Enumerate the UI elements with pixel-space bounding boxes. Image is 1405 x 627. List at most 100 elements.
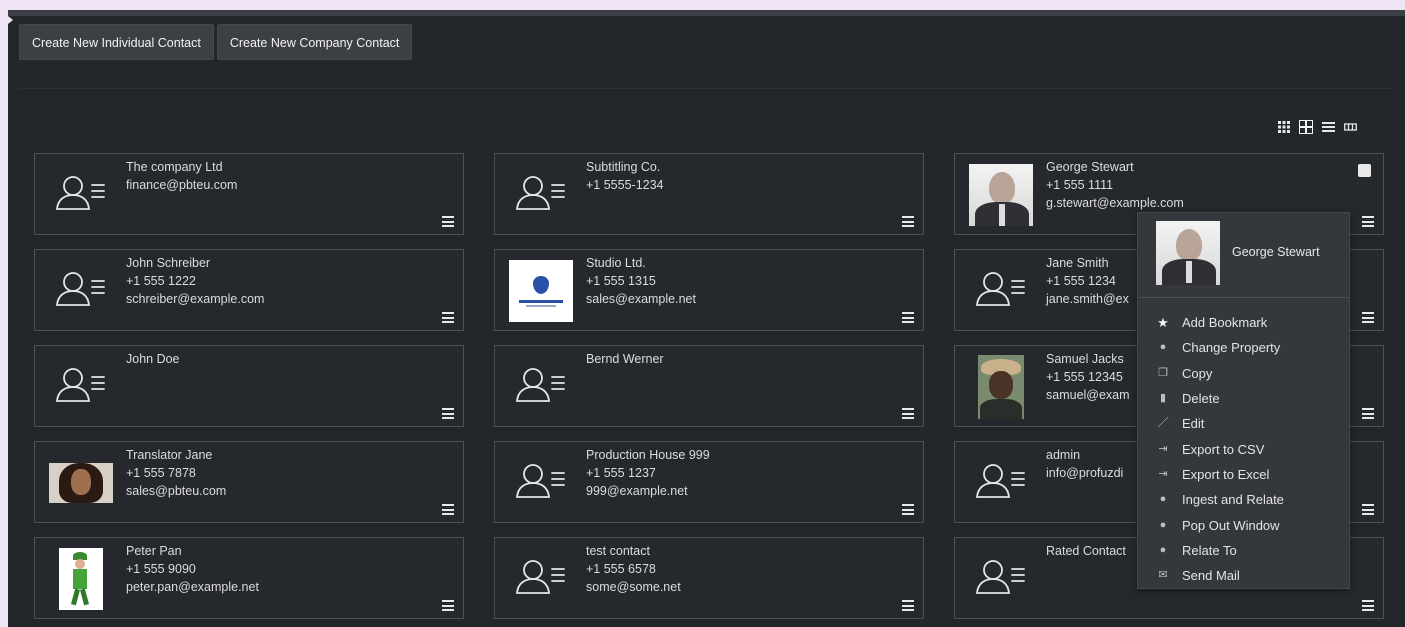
contact-avatar [49, 356, 113, 418]
person-placeholder-icon [515, 173, 567, 218]
card-menu-icon[interactable] [442, 504, 454, 515]
contact-avatar [49, 164, 113, 226]
context-menu-item[interactable]: ❐ Copy [1138, 361, 1349, 386]
toolbar: Create New Individual Contact Create New… [19, 24, 413, 60]
card-menu-icon[interactable] [902, 600, 914, 611]
context-menu-title: George Stewart [1232, 245, 1320, 259]
context-menu-item[interactable]: ⇥ Export to Excel [1138, 462, 1349, 487]
context-menu-item-label: Ingest and Relate [1182, 492, 1284, 508]
contact-line: some@some.net [586, 580, 681, 594]
select-checkbox[interactable] [1358, 164, 1371, 177]
context-menu-item[interactable]: ● Pop Out Window [1138, 512, 1349, 537]
card-menu-icon[interactable] [1362, 408, 1374, 419]
context-menu-item[interactable]: ⇥ Export to CSV [1138, 436, 1349, 461]
context-menu-item[interactable]: ▮ Delete [1138, 386, 1349, 411]
contact-line: schreiber@example.com [126, 292, 265, 306]
contact-line: sales@example.net [586, 292, 696, 306]
contact-line: test contact [586, 544, 650, 558]
contact-avatar [509, 548, 573, 610]
contact-line: jane.smith@ex [1046, 292, 1129, 306]
person-placeholder-icon [515, 557, 567, 602]
contact-card[interactable]: The company Ltd finance@pbteu.com [34, 153, 464, 235]
star-icon: ★ [1157, 315, 1169, 331]
context-menu-item[interactable]: ● Relate To [1138, 538, 1349, 563]
large-grid-view-icon[interactable] [1299, 120, 1313, 134]
card-menu-icon[interactable] [902, 504, 914, 515]
contact-card[interactable]: Production House 999 +1 555 1237 999@examp… [494, 441, 924, 523]
contact-line: finance@pbteu.com [126, 178, 238, 192]
contact-card[interactable]: Studio Ltd. +1 555 1315 sales@example.net [494, 249, 924, 331]
person-placeholder-icon [975, 461, 1027, 506]
card-menu-icon[interactable] [1362, 600, 1374, 611]
contact-avatar [509, 260, 573, 322]
contact-line: +1 555 1222 [126, 274, 196, 288]
card-menu-icon[interactable] [442, 312, 454, 323]
context-menu-item-label: Pop Out Window [1182, 517, 1280, 533]
context-menu-item-label: Send Mail [1182, 568, 1240, 584]
contact-card[interactable]: Subtitling Co. +1 5555-1234 [494, 153, 924, 235]
contact-info: Samuel Jacks +1 555 12345 samuel@exam [1046, 350, 1130, 404]
person-placeholder-icon [515, 461, 567, 506]
contact-avatar [49, 260, 113, 322]
copy-icon: ❐ [1158, 366, 1168, 379]
context-menu-items: ★ Add Bookmark ● Change Property ❐ Copy ▮ Delet… [1138, 298, 1349, 588]
contact-line: Bernd Werner [586, 352, 664, 366]
expand-arrow-icon[interactable] [8, 16, 13, 24]
contact-avatar [509, 452, 573, 514]
contact-line: +1 555 7878 [126, 466, 196, 480]
contact-line: +1 5555-1234 [586, 178, 664, 192]
person-placeholder-icon [975, 557, 1027, 602]
context-menu-item[interactable]: ★ Add Bookmark [1138, 310, 1349, 335]
contact-line: Translator Jane [126, 448, 213, 462]
create-individual-contact-button[interactable]: Create New Individual Contact [19, 24, 214, 60]
create-company-contact-button[interactable]: Create New Company Contact [216, 24, 413, 60]
contact-line: peter.pan@example.net [126, 580, 259, 594]
person-placeholder-icon [55, 173, 107, 218]
card-menu-icon[interactable] [1362, 216, 1374, 227]
top-border [8, 10, 1405, 16]
context-menu-item-label: Add Bookmark [1182, 315, 1268, 331]
contact-info: John Doe [126, 350, 180, 368]
contact-card[interactable]: Bernd Werner [494, 345, 924, 427]
contact-line: +1 555 1111 [1046, 178, 1114, 192]
card-menu-icon[interactable] [902, 216, 914, 227]
list-view-icon[interactable] [1321, 120, 1335, 134]
card-menu-icon[interactable] [902, 312, 914, 323]
context-menu-header: George Stewart [1138, 213, 1349, 298]
company-logo [509, 260, 573, 322]
property-icon: ● [1159, 518, 1167, 531]
card-menu-icon[interactable] [442, 408, 454, 419]
mail-icon: ✉ [1158, 569, 1168, 582]
export-icon: ⇥ [1158, 467, 1168, 480]
contact-line: +1 555 1315 [586, 274, 656, 288]
card-menu-icon[interactable] [442, 216, 454, 227]
card-menu-icon[interactable] [1362, 312, 1374, 323]
contact-avatar [969, 260, 1033, 322]
export-icon: ⇥ [1158, 442, 1168, 455]
context-menu-item[interactable]: ● Change Property [1138, 335, 1349, 360]
property-icon: ● [1159, 341, 1167, 354]
small-grid-view-icon[interactable] [1277, 120, 1291, 134]
contact-card[interactable]: Peter Pan +1 555 9090 peter.pan@example.ne… [34, 537, 464, 619]
contact-card[interactable]: Translator Jane +1 555 7878 sales@pbteu.co… [34, 441, 464, 523]
contact-info: Peter Pan +1 555 9090 peter.pan@example.ne… [126, 542, 259, 596]
context-menu-item[interactable]: ● Ingest and Relate [1138, 487, 1349, 512]
contact-line: George Stewart [1046, 160, 1134, 174]
card-menu-icon[interactable] [1362, 504, 1374, 515]
contact-card[interactable]: John Doe [34, 345, 464, 427]
card-menu-icon[interactable] [902, 408, 914, 419]
context-menu-item-label: Change Property [1182, 340, 1281, 356]
context-menu-item[interactable]: ／ Edit [1138, 411, 1349, 436]
card-menu-icon[interactable] [442, 600, 454, 611]
person-placeholder-icon [55, 365, 107, 410]
contact-avatar [49, 548, 113, 610]
context-menu-item[interactable]: ✉ Send Mail [1138, 563, 1349, 588]
context-menu: George Stewart ★ Add Bookmark ● Change Prop… [1137, 212, 1350, 589]
contact-info: Production House 999 +1 555 1237 999@examp… [586, 446, 710, 500]
contact-line: sales@pbteu.com [126, 484, 227, 498]
view-mode-switch [1277, 120, 1357, 134]
contact-avatar [509, 164, 573, 226]
contact-card[interactable]: John Schreiber +1 555 1222 schreiber@examp… [34, 249, 464, 331]
contact-card[interactable]: test contact +1 555 6578 some@some.net [494, 537, 924, 619]
compact-view-icon[interactable] [1343, 120, 1357, 134]
